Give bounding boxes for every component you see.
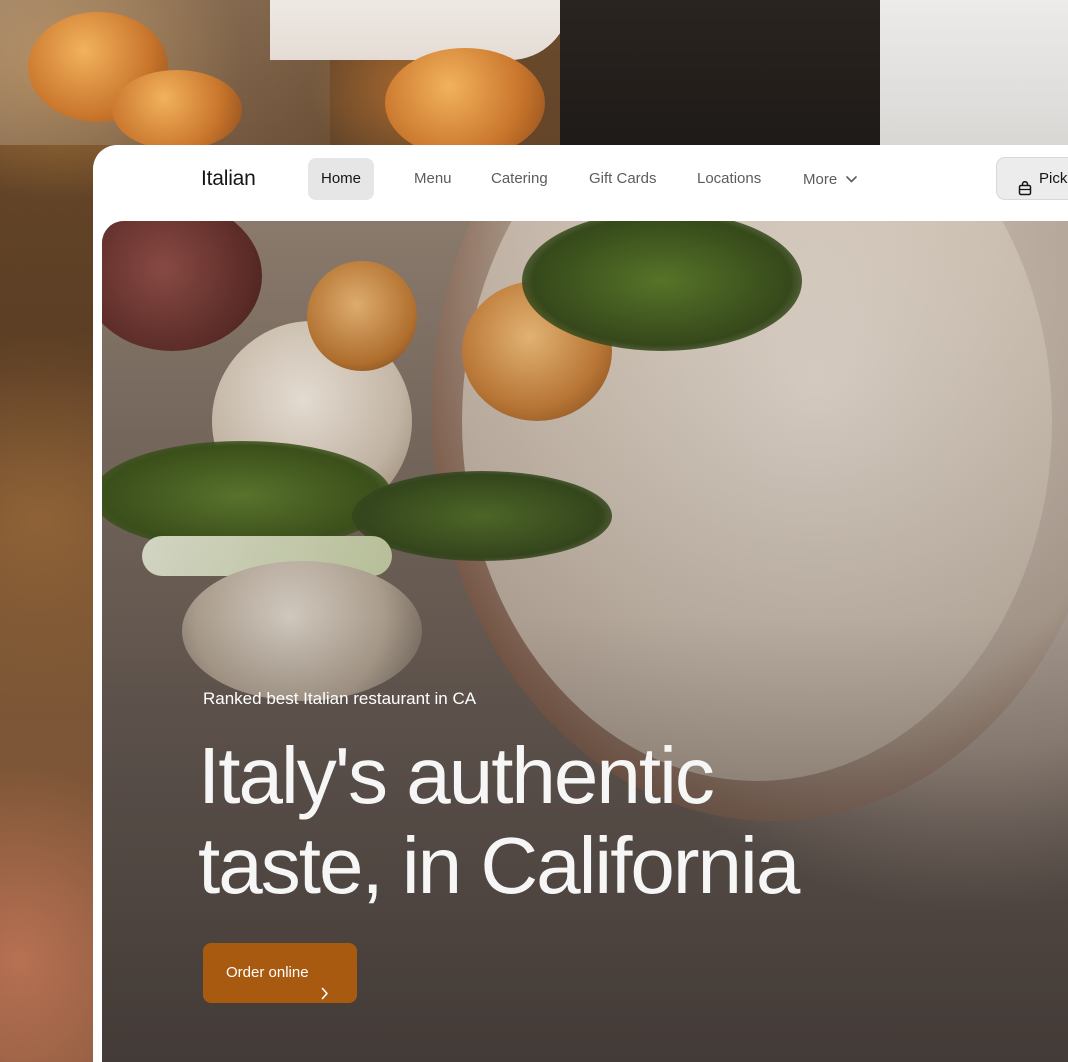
nav-item-label: Catering bbox=[491, 170, 548, 187]
pickup-button[interactable]: Pick bbox=[996, 157, 1068, 200]
nav-item-label: More bbox=[803, 171, 838, 188]
chevron-down-icon bbox=[846, 158, 858, 200]
nav-item-home[interactable]: Home bbox=[308, 158, 375, 200]
hero-section: Ranked best Italian restaurant in CA Ita… bbox=[102, 221, 1068, 1062]
background-apron bbox=[560, 0, 900, 150]
nav-item-catering[interactable]: Catering bbox=[478, 158, 561, 200]
shopping-bag-icon bbox=[1018, 171, 1032, 212]
nav-item-label: Home bbox=[321, 170, 362, 187]
top-navigation: Italian Home Menu Catering Gift Cards Lo… bbox=[93, 145, 1068, 221]
background-sleeve bbox=[270, 0, 570, 60]
hero-overlay bbox=[102, 221, 1068, 1062]
background-chef-coat bbox=[880, 0, 1068, 150]
nav-item-gift-cards[interactable]: Gift Cards bbox=[576, 158, 670, 200]
order-online-label: Order online bbox=[226, 964, 309, 981]
background-bun bbox=[112, 70, 242, 150]
hero-headline-line-2: taste, in California bbox=[198, 821, 800, 910]
nav-item-more[interactable]: More bbox=[790, 158, 870, 200]
hero-kicker: Ranked best Italian restaurant in CA bbox=[203, 689, 477, 708]
hero-headline: Italy's authentic taste, in California bbox=[198, 731, 958, 911]
chevron-right-icon bbox=[321, 966, 329, 1026]
nav-item-label: Gift Cards bbox=[589, 170, 657, 187]
website-window: Italian Home Menu Catering Gift Cards Lo… bbox=[93, 145, 1068, 1062]
background-bun-in-hand bbox=[385, 48, 545, 158]
pickup-button-label: Pick bbox=[1039, 170, 1068, 187]
nav-item-label: Menu bbox=[414, 170, 452, 187]
brand-logo[interactable]: Italian bbox=[201, 167, 256, 191]
nav-item-locations[interactable]: Locations bbox=[684, 158, 774, 200]
order-online-button[interactable]: Order online bbox=[203, 943, 357, 1003]
nav-item-label: Locations bbox=[697, 170, 762, 187]
hero-headline-line-1: Italy's authentic bbox=[198, 731, 715, 820]
nav-item-menu[interactable]: Menu bbox=[401, 158, 465, 200]
